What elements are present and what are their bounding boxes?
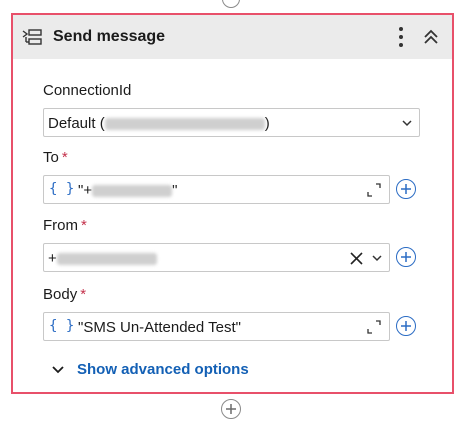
required-mark: *	[80, 286, 87, 303]
chevron-down-icon	[52, 365, 64, 373]
connection-value-prefix: Default (	[48, 115, 105, 132]
action-step-icon	[22, 29, 42, 45]
send-message-card: Send message ConnectionId Default () To *…	[11, 13, 454, 394]
show-advanced-options-label: Show advanced options	[77, 361, 249, 378]
more-vertical-icon[interactable]	[396, 25, 406, 49]
body-label: Body *	[43, 286, 86, 303]
to-value: "+ "	[78, 182, 177, 199]
connection-select[interactable]: Default ()	[43, 108, 420, 137]
redacted-text	[56, 253, 157, 266]
from-add-button[interactable]	[396, 247, 416, 267]
double-chevron-up-icon[interactable]	[421, 27, 441, 47]
body-value: "SMS Un-Attended Test"	[78, 319, 241, 336]
top-connector	[222, 0, 240, 8]
expand-icon[interactable]	[367, 183, 381, 197]
redacted-text	[104, 118, 265, 131]
redacted-text	[92, 185, 173, 198]
required-mark: *	[61, 149, 68, 166]
connection-value: Default ()	[48, 115, 270, 132]
plus-circle-icon	[401, 252, 411, 262]
chevron-down-icon[interactable]	[401, 117, 413, 129]
body-input[interactable]: { } "SMS Un-Attended Test"	[43, 312, 390, 341]
from-select[interactable]: +	[43, 243, 390, 272]
body-add-button[interactable]	[396, 316, 416, 336]
close-icon[interactable]	[350, 252, 363, 265]
required-mark: *	[81, 217, 87, 234]
from-value: +	[48, 250, 157, 267]
to-add-button[interactable]	[396, 179, 416, 199]
to-value-prefix: "+	[78, 182, 93, 199]
plus-circle-icon	[226, 404, 236, 414]
chevron-down-icon[interactable]	[371, 252, 383, 264]
from-label-text: From	[43, 217, 78, 234]
show-advanced-options-toggle[interactable]: Show advanced options	[51, 361, 249, 378]
expression-braces: { }	[49, 318, 75, 334]
add-step-button[interactable]	[221, 399, 241, 419]
to-value-suffix: "	[172, 182, 178, 199]
plus-circle-icon	[401, 321, 411, 331]
connection-value-suffix: )	[264, 115, 270, 132]
expand-icon[interactable]	[367, 320, 381, 334]
card-title: Send message	[53, 28, 166, 45]
plus-circle-icon	[401, 184, 411, 194]
to-label-text: To	[43, 149, 59, 166]
to-input[interactable]: { } "+ "	[43, 175, 390, 204]
card-header[interactable]: Send message	[13, 15, 452, 59]
from-value-prefix: +	[48, 250, 57, 267]
from-label: From *	[43, 217, 87, 234]
to-label: To *	[43, 149, 68, 166]
connection-label: ConnectionId	[43, 82, 132, 99]
expression-braces: { }	[49, 181, 75, 197]
body-label-text: Body	[43, 286, 78, 303]
